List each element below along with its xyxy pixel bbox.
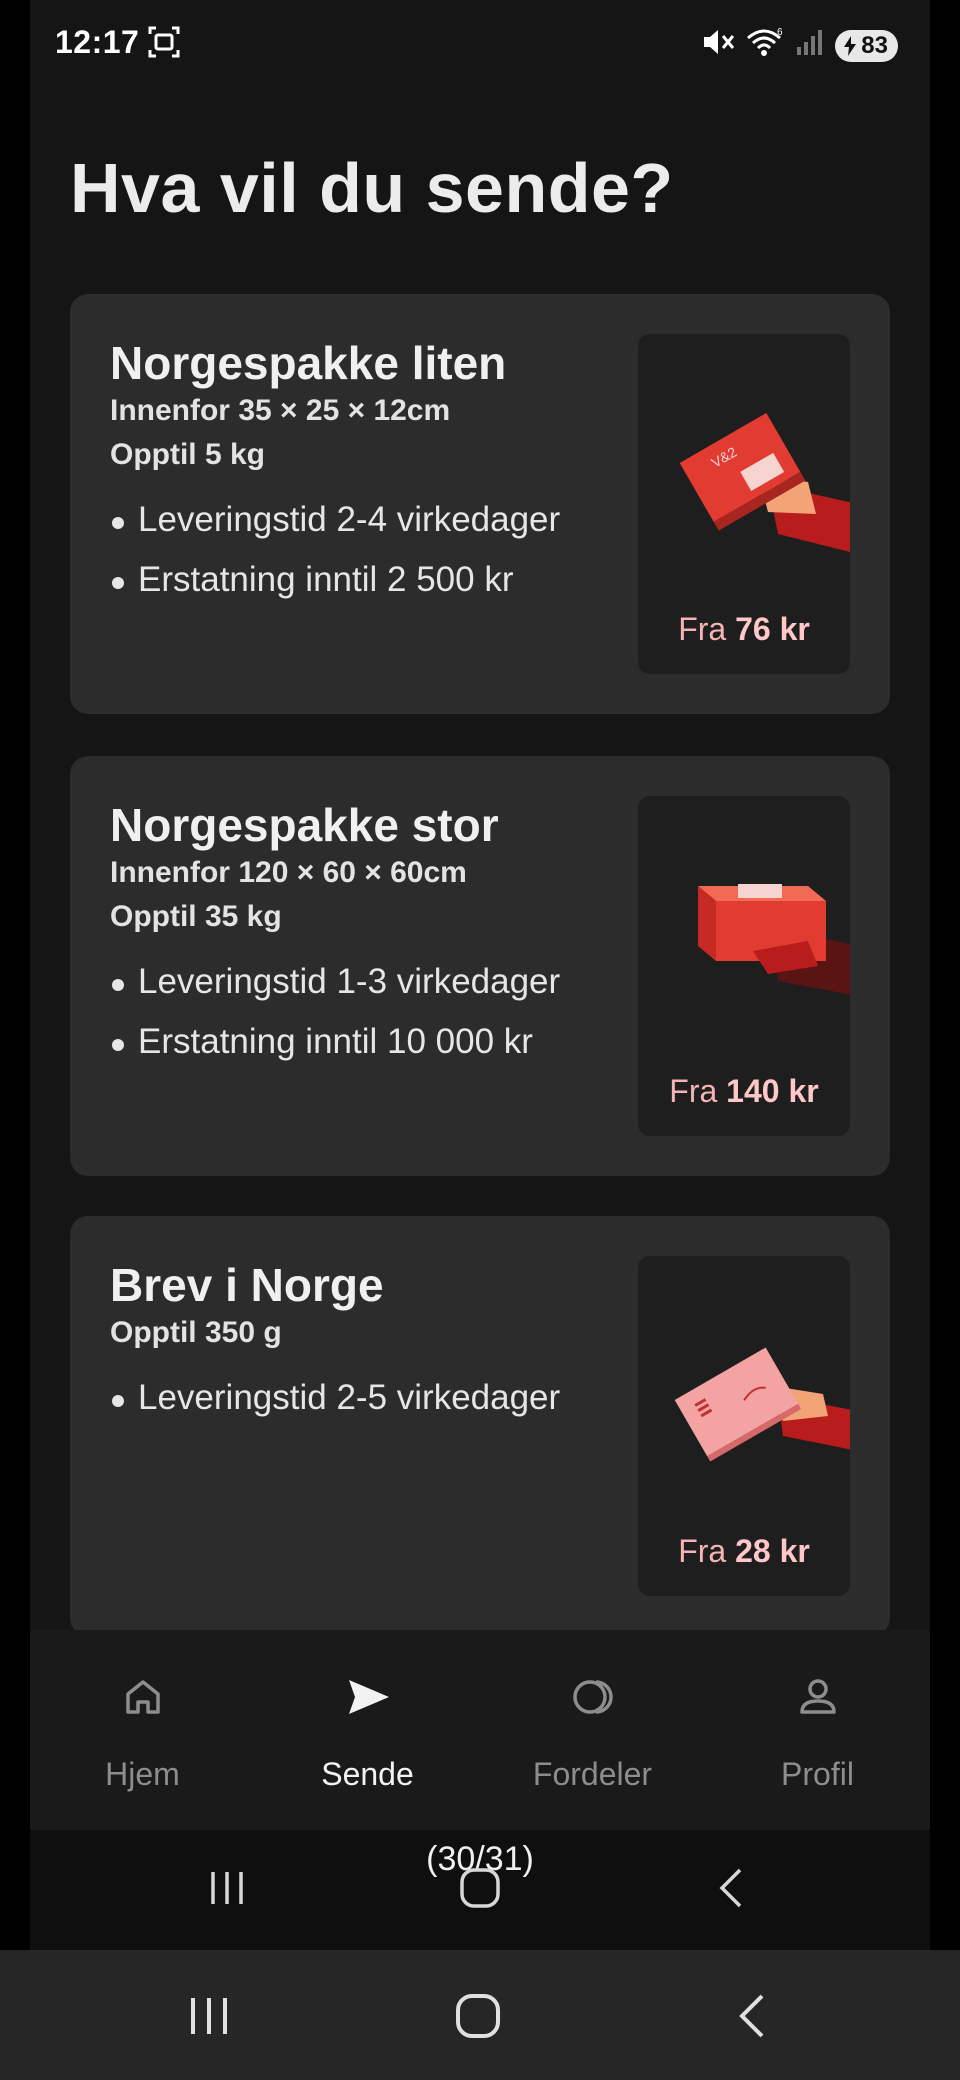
screen-capture-icon — [146, 24, 182, 68]
battery-indicator: 83 — [835, 30, 898, 62]
inner-system-navigation: (30/31) — [30, 1830, 930, 1950]
home-icon — [125, 1680, 160, 1714]
home-button-icon[interactable] — [458, 1866, 502, 1910]
small-package-in-hand-illustration: V&2 — [679, 413, 850, 552]
large-package-in-hand-illustration — [698, 884, 850, 995]
product-title: Norgespakke stor — [110, 799, 499, 851]
recent-apps-icon[interactable] — [205, 1866, 249, 1910]
nav-item-profil[interactable]: Profil — [705, 1672, 930, 1793]
product-card-norgespakke-stor[interactable]: Norgespakke stor Innenfor 120 × 60 × 60c… — [70, 756, 890, 1176]
feature-compensation: Erstatning inntil 2 500 kr — [110, 555, 650, 605]
product-price: Fra 76 kr — [638, 611, 850, 648]
recent-apps-icon[interactable] — [185, 1992, 233, 2040]
product-price: Fra 140 kr — [638, 1073, 850, 1110]
product-card-brev-i-norge[interactable]: Brev i Norge Opptil 350 g Leveringstid 2… — [70, 1216, 890, 1636]
nav-label: Sende — [321, 1756, 414, 1792]
nav-item-sende[interactable]: Sende — [255, 1672, 480, 1793]
product-media: V&2 Fra 76 kr — [638, 334, 850, 674]
status-bar: 12:17 6 83 — [30, 0, 930, 86]
profile-icon — [799, 1679, 836, 1714]
product-dimensions: Innenfor 35 × 25 × 12cm — [110, 393, 451, 427]
bottom-navigation: Hjem Sende Fordeler Profil — [30, 1630, 930, 1830]
feature-delivery-time: Leveringstid 2-4 virkedager — [110, 495, 650, 545]
wifi-icon: 6 — [745, 26, 785, 66]
back-icon[interactable] — [710, 1866, 754, 1910]
price-value: 140 kr — [726, 1073, 819, 1109]
feature-list: Leveringstid 1-3 virkedager Erstatning i… — [110, 957, 650, 1067]
product-info: Norgespakke stor Innenfor 120 × 60 × 60c… — [110, 800, 650, 1077]
price-value: 76 kr — [735, 611, 810, 647]
system-navigation-bar — [0, 1950, 960, 2080]
benefits-icon — [572, 1680, 613, 1714]
nav-item-fordeler[interactable]: Fordeler — [480, 1672, 705, 1793]
price-prefix: Fra — [678, 611, 727, 647]
nav-label: Profil — [781, 1756, 854, 1792]
product-title: Norgespakke liten — [110, 337, 507, 389]
price-value: 28 kr — [735, 1533, 810, 1569]
status-time: 12:17 — [55, 24, 140, 60]
charging-icon — [844, 36, 857, 56]
letter-in-hand-illustration — [674, 1347, 850, 1462]
feature-list: Leveringstid 2-5 virkedager — [110, 1373, 650, 1423]
mute-icon — [701, 26, 735, 66]
price-prefix: Fra — [669, 1073, 718, 1109]
battery-level: 83 — [861, 32, 888, 59]
svg-text:6: 6 — [777, 27, 783, 38]
product-weight: Opptil 35 kg — [110, 899, 282, 933]
product-media: Fra 28 kr — [638, 1256, 850, 1596]
send-icon — [348, 1680, 389, 1714]
nav-item-hjem[interactable]: Hjem — [30, 1672, 255, 1793]
product-weight: Opptil 350 g — [110, 1315, 282, 1349]
status-icons: 6 83 — [701, 26, 898, 66]
feature-list: Leveringstid 2-4 virkedager Erstatning i… — [110, 495, 650, 605]
signal-icon — [795, 27, 825, 65]
product-info: Brev i Norge Opptil 350 g Leveringstid 2… — [110, 1260, 650, 1433]
product-weight: Opptil 5 kg — [110, 437, 266, 471]
back-icon[interactable] — [728, 1992, 776, 2040]
app-screen: 12:17 6 83 Hva vil du sende? Norgespakke… — [30, 0, 930, 1950]
price-prefix: Fra — [678, 1533, 727, 1569]
nav-label: Hjem — [105, 1756, 180, 1792]
home-button-icon[interactable] — [454, 1992, 502, 2040]
product-card-norgespakke-liten[interactable]: Norgespakke liten Innenfor 35 × 25 × 12c… — [70, 294, 890, 714]
page-title: Hva vil du sende? — [70, 149, 674, 227]
product-info: Norgespakke liten Innenfor 35 × 25 × 12c… — [110, 338, 650, 615]
nav-label: Fordeler — [532, 1756, 653, 1792]
product-title: Brev i Norge — [110, 1259, 384, 1311]
product-media: Fra 140 kr — [638, 796, 850, 1136]
product-price: Fra 28 kr — [638, 1533, 850, 1570]
feature-compensation: Erstatning inntil 10 000 kr — [110, 1017, 650, 1067]
feature-delivery-time: Leveringstid 2-5 virkedager — [110, 1373, 650, 1423]
feature-delivery-time: Leveringstid 1-3 virkedager — [110, 957, 650, 1007]
product-dimensions: Innenfor 120 × 60 × 60cm — [110, 855, 467, 889]
